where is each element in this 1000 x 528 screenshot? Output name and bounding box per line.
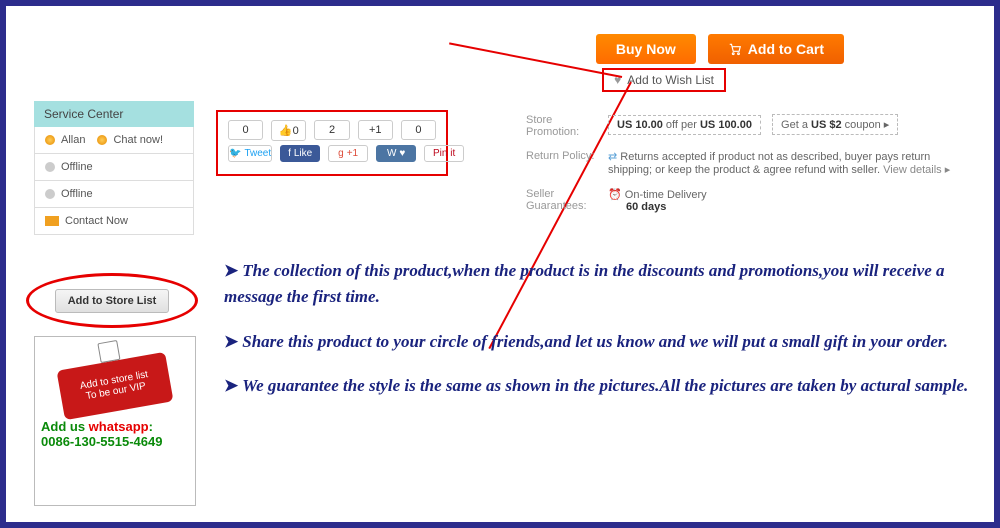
offline-label: Offline [61,188,93,200]
add-to-cart-label: Add to Cart [748,41,824,57]
return-policy-row: Return Policy: ⇄ Returns accepted if pro… [526,150,976,176]
arrow-icon: ➤ [224,332,238,351]
offline-label: Offline [61,161,93,173]
instruction-bullets: ➤The collection of this product,when the… [224,258,972,417]
pin-count: 0 [401,120,436,140]
store-promotion-row: Store Promotion: US 10.00 off per US 100… [526,114,976,138]
clock-icon: ⏰ [608,189,622,201]
store-promotion-label: Store Promotion: [526,114,596,138]
twitter-icon: 🐦 [229,148,241,159]
agent-row-allan[interactable]: Allan Chat now! [34,127,194,154]
guarantee-days: 60 days [626,201,666,213]
like-count: 👍0 [271,120,306,141]
mail-icon [45,216,59,226]
buy-now-button[interactable]: Buy Now [596,34,696,64]
promo-pill-coupon[interactable]: Get a US $2 coupon ▸ [772,114,898,135]
add-us-prefix: Add us [41,419,89,434]
service-center-header: Service Center [34,101,194,127]
arrow-icon: ➤ [224,261,238,280]
ontime-delivery-text: On-time Delivery [625,189,707,201]
gplus-icon: g [338,148,344,159]
promo-pill-discount[interactable]: US 10.00 off per US 100.00 [608,115,761,135]
pinit-button[interactable]: Pin it [424,145,464,162]
share-buttons-row: 🐦Tweet f Like g+1 W ♥ Pin it [228,145,436,162]
vk-button[interactable]: W ♥ [376,145,416,162]
fb-like-button[interactable]: f Like [280,145,320,162]
add-to-cart-button[interactable]: Add to Cart [708,34,844,64]
bullet-3: ➤We guarantee the style is the same as s… [224,373,972,399]
tweet-count: 0 [228,120,263,140]
product-info-block: Store Promotion: US 10.00 off per US 100… [526,114,976,225]
chat-now-label: Chat now! [113,134,163,146]
whatsapp-phone: 0086-130-5515-4649 [41,434,189,449]
share-buttons-callout: 0 👍0 2 +1 0 🐦Tweet f Like g+1 W ♥ Pin it [216,110,448,176]
store-list-highlight: Add to Store List [26,273,198,328]
agent-row-offline: Offline [34,154,194,181]
contact-now-label: Contact Now [65,215,128,227]
status-offline-icon [45,162,55,172]
vk-icon: W [387,148,396,159]
share-counts-row: 0 👍0 2 +1 0 [228,120,436,141]
page-frame: Buy Now Add to Cart ♥ Add to Wish List S… [0,0,1000,528]
status-online-icon [97,135,107,145]
status-online-icon [45,135,55,145]
bullet-2: ➤Share this product to your circle of fr… [224,329,972,355]
like-label: Like [294,148,312,159]
return-icon: ⇄ [608,151,617,163]
return-policy-label: Return Policy: [526,150,596,176]
seller-guarantees-label: Seller Guarantees: [526,188,596,213]
tweet-label: Tweet [244,148,271,159]
arrow-icon: ➤ [224,376,238,395]
agent-row-offline: Offline [34,181,194,208]
contact-now-row[interactable]: Contact Now [34,208,194,235]
seller-guarantees-row: Seller Guarantees: ⏰ On-time Delivery 60… [526,188,976,213]
whatsapp-label: whatsapp [89,419,149,434]
gplus-label: +1 [347,148,358,159]
vip-sign: Add to store list To be our VIP [56,352,173,420]
add-to-store-list-button[interactable]: Add to Store List [55,289,170,313]
top-button-bar: Buy Now Add to Cart [596,34,844,64]
wishlist-label: Add to Wish List [627,73,714,87]
bullet-1: ➤The collection of this product,when the… [224,258,972,311]
tweet-button[interactable]: 🐦Tweet [228,145,272,162]
return-policy-text: Returns accepted if product not as descr… [608,151,930,176]
view-details-link[interactable]: View details ▸ [883,164,950,176]
agent-name: Allan [61,134,85,146]
vip-promo-box: Add to store list To be our VIP Add us w… [34,336,196,506]
facebook-icon: f [288,148,291,159]
gplus-count: 2 [314,120,349,140]
colon: : [149,419,153,434]
status-offline-icon [45,189,55,199]
vk-count: +1 [358,120,393,140]
gplus-button[interactable]: g+1 [328,145,368,162]
add-us-line: Add us whatsapp: [41,419,189,434]
cart-icon [728,42,742,56]
wishlist-callout[interactable]: ♥ Add to Wish List [602,68,726,92]
service-center-panel: Service Center Allan Chat now! Offline O… [34,101,194,235]
